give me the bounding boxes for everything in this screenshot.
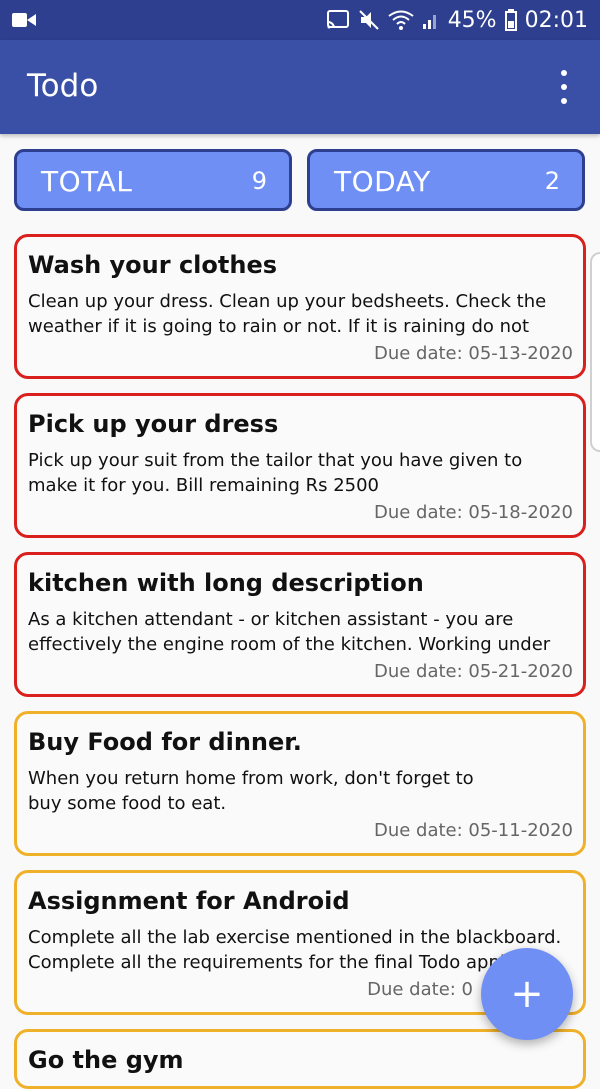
battery-percent: 45% — [447, 7, 497, 33]
todo-card[interactable]: Go the gym — [14, 1029, 586, 1089]
clock: 02:01 — [524, 7, 588, 33]
app-bar: Todo — [0, 40, 600, 134]
todo-description: When you return home from work, don't fo… — [28, 768, 474, 814]
today-count: 2 — [544, 167, 560, 195]
todo-card[interactable]: kitchen with long description As a kitch… — [14, 552, 586, 697]
battery-icon — [504, 9, 517, 31]
cast-icon — [326, 10, 349, 29]
todo-title: kitchen with long description — [28, 569, 424, 597]
todo-due-date: Due date: 0 — [367, 979, 473, 1000]
todo-title: Wash your clothes — [28, 251, 278, 279]
todo-title: Assignment for Android — [28, 887, 350, 915]
todo-card[interactable]: Buy Food for dinner. When you return hom… — [14, 711, 586, 856]
edge-panel-handle[interactable] — [590, 252, 600, 452]
mute-icon — [358, 10, 379, 30]
signal-icon — [422, 15, 436, 29]
more-vert-icon — [561, 70, 567, 76]
todo-description: Clean up your dress. Clean up your bedsh… — [28, 291, 547, 337]
todo-title: Buy Food for dinner. — [28, 728, 302, 756]
todo-due-date: Due date: 05-21-2020 — [373, 661, 573, 682]
total-label: TOTAL — [41, 165, 133, 198]
todo-title: Go the gym — [28, 1046, 184, 1074]
total-counter[interactable]: TOTAL 9 — [14, 149, 292, 211]
status-bar: 45% 02:01 — [0, 0, 600, 40]
todo-due-date: Due date: 05-18-2020 — [373, 502, 573, 523]
more-vert-icon-dot — [561, 98, 567, 104]
today-counter[interactable]: TODAY 2 — [307, 149, 585, 211]
video-record-icon — [12, 13, 36, 27]
plus-icon: + — [510, 971, 544, 1017]
today-label: TODAY — [334, 165, 431, 198]
app-title: Todo — [27, 68, 99, 104]
total-count: 9 — [251, 167, 267, 195]
overflow-menu-button[interactable] — [554, 70, 574, 104]
wifi-icon — [388, 10, 414, 30]
todo-description: Complete all the lab exercise mentioned … — [28, 927, 562, 973]
todo-description: Pick up your suit from the tailor that y… — [28, 450, 523, 496]
todo-card[interactable]: Wash your clothes Clean up your dress. C… — [14, 234, 586, 379]
todo-due-date: Due date: 05-11-2020 — [373, 820, 573, 841]
todo-card[interactable]: Pick up your dress Pick up your suit fro… — [14, 393, 586, 538]
todo-description: As a kitchen attendant - or kitchen assi… — [28, 609, 551, 655]
add-todo-button[interactable]: + — [481, 948, 573, 1040]
todo-due-date: Due date: 05-13-2020 — [373, 343, 573, 364]
todo-title: Pick up your dress — [28, 410, 279, 438]
more-vert-icon-dot — [561, 84, 567, 90]
